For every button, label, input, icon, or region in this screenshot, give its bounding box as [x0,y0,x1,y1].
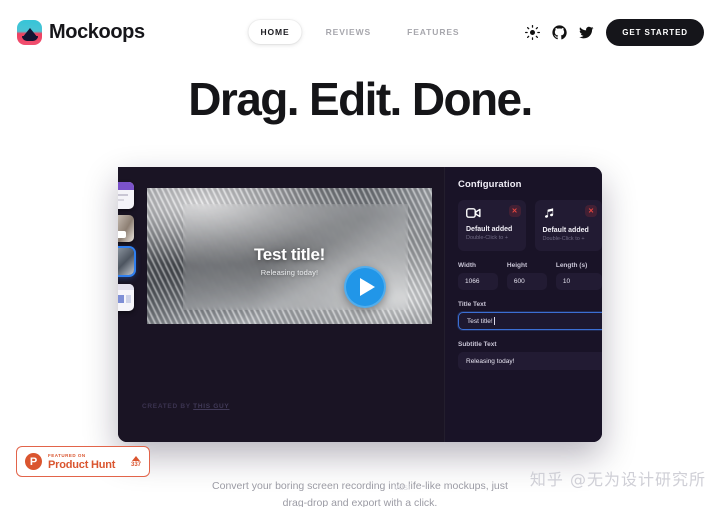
twitter-icon[interactable] [579,25,594,40]
watermark-faint: vdsi [394,483,411,492]
template-thumbnail[interactable] [118,215,134,242]
width-label: Width [458,262,476,269]
product-hunt-name: Product Hunt [48,458,116,471]
media-card-hint: Double-Click to + [542,236,585,242]
sun-icon[interactable] [525,24,541,40]
dimension-fields: Width 1066 Height 600 Length (s) 10 [458,262,602,290]
brand-name: Mockoops [49,20,145,43]
nav-actions: GET STARTED [525,18,704,46]
mockoops-logo-icon [17,19,42,45]
video-camera-icon [466,208,481,218]
close-icon[interactable]: ✕ [585,205,597,217]
preview-title: Test title! [253,245,325,264]
upvote-triangle-icon [131,455,140,461]
upvote-count: 337 [130,461,141,468]
preview-canvas[interactable]: Test title! Releasing today! CREATED BY … [118,167,445,442]
media-card-title: Default added [466,226,513,233]
subtitle-text-label: Subtitle Text [458,341,497,348]
width-input[interactable]: 1066 [458,273,498,290]
length-input[interactable]: 10 [555,273,602,290]
product-hunt-featured-label: FEATURED ON [48,452,86,458]
width-field-group: Width 1066 [458,262,498,290]
brand-logo[interactable]: Mockoops [17,19,145,45]
height-label: Height [506,262,528,269]
video-preview[interactable]: Test title! Releasing today! [147,188,432,324]
title-text-value: Test title! [467,317,493,325]
media-cards: Default added Double-Click to + ✕ Defaul… [458,200,602,251]
credit-link[interactable]: THIS GUY [193,403,229,410]
height-field-group: Height 600 [506,262,547,290]
credit-prefix: CREATED BY [142,403,194,410]
template-thumbnail[interactable] [118,284,134,311]
watermark: 知乎 @无为设计研究所 [529,470,706,489]
music-note-icon [544,208,554,218]
text-caret [493,317,495,325]
length-field-group: Length (s) 10 [555,262,602,290]
close-icon[interactable]: ✕ [508,205,521,217]
get-started-button[interactable]: GET STARTED [606,18,704,46]
tagline-line-2: drag-drop and export with a click. [282,497,438,507]
template-rail [118,174,134,324]
video-media-card[interactable]: Default added Double-Click to + ✕ [458,200,526,251]
title-text-input[interactable]: Test title! [458,312,602,330]
app-mockup-window: Test title! Releasing today! CREATED BY … [118,167,602,442]
landing-page: Mockoops HOME REVIEWS FEATURES GET START… [0,0,720,507]
audio-media-card[interactable]: Default added Double-Click to + ✕ [534,200,602,251]
product-hunt-upvote[interactable]: 337 [130,455,141,468]
github-icon[interactable] [552,24,567,40]
nav-link-reviews[interactable]: REVIEWS [314,20,384,44]
template-thumbnail[interactable] [118,182,134,209]
media-card-title: Default added [542,227,589,234]
nav-link-features[interactable]: FEATURES [395,20,471,44]
subtitle-text-input[interactable]: Releasing today! [458,352,602,370]
configuration-panel: Configuration Default added Double-Click… [445,167,602,442]
credit-text: CREATED BY THIS GUY [142,403,229,410]
product-hunt-icon: P [25,453,42,470]
preview-subtitle: Releasing today! [260,268,319,277]
height-input[interactable]: 600 [506,273,547,290]
title-text-label: Title Text [458,301,486,308]
template-thumbnail-selected[interactable] [118,248,134,275]
subtitle-text-group: Subtitle Text Releasing today! [458,341,602,370]
page-title: Drag. Edit. Done. [188,73,533,125]
product-hunt-badge[interactable]: P FEATURED ON Product Hunt 337 [16,446,150,477]
nav-link-home[interactable]: HOME [248,20,302,44]
nav-links: HOME REVIEWS FEATURES [248,20,471,44]
play-icon[interactable] [344,266,386,308]
length-label: Length (s) [555,262,588,269]
product-hunt-text: FEATURED ON Product Hunt [48,453,125,471]
media-card-hint: Double-Click to + [466,235,509,241]
title-text-group: Title Text Test title! [458,301,602,330]
configuration-heading: Configuration [458,179,522,190]
navbar: Mockoops HOME REVIEWS FEATURES GET START… [0,0,720,64]
